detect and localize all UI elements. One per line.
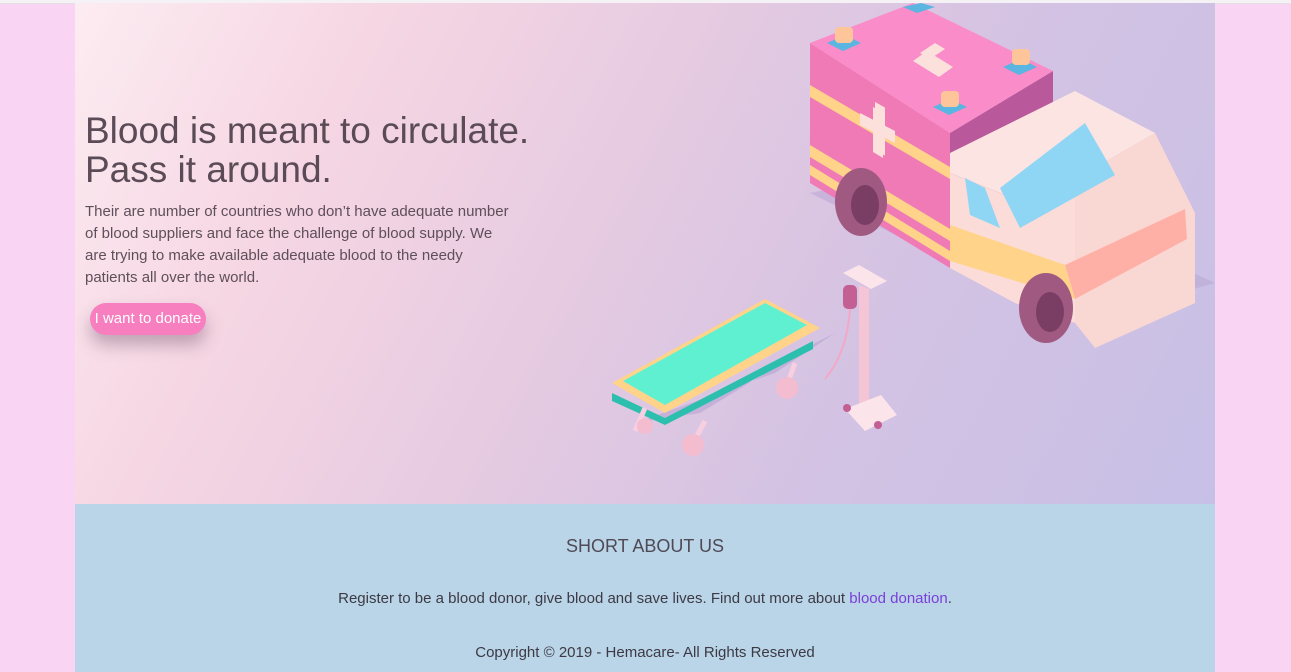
about-footer-section: SHORT ABOUT US Register to be a blood do… [75,504,1215,672]
donate-button[interactable]: I want to donate [90,303,206,335]
iv-drip-stand-icon [824,265,897,431]
about-text-before-link: Register to be a blood donor, give blood… [338,590,850,607]
hero-headline: Blood is meant to circulate. Pass it aro… [85,111,529,189]
about-text: Register to be a blood donor, give blood… [75,590,1215,607]
hero-description: Their are number of countries who don’t … [85,203,509,286]
stretcher-icon [612,299,835,456]
ambulance-illustration [612,3,1215,456]
about-title: SHORT ABOUT US [565,536,725,556]
copyright-text: Copyright © 2019 - Hemacare- All Rights … [475,644,815,661]
blood-donation-link[interactable]: blood donation [849,590,947,607]
headline-line-1: Blood is meant to circulate. [85,110,530,151]
about-text-after-link: . [947,590,952,607]
headline-line-2: Pass it around. [85,149,332,190]
hero-section: Blood is meant to circulate. Pass it aro… [75,3,1215,504]
page-container: Blood is meant to circulate. Pass it aro… [75,3,1215,672]
